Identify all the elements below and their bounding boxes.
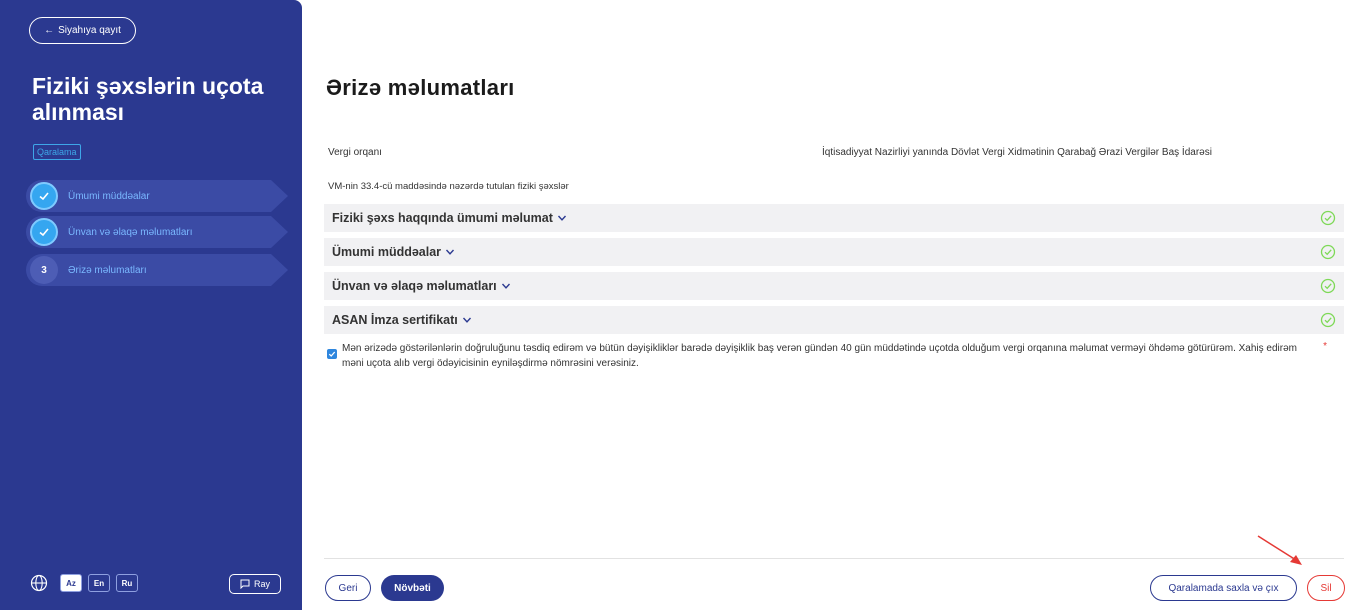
- page-title: Ərizə məlumatları: [326, 75, 515, 100]
- section-asan-signature[interactable]: ASAN İmza sertifikatı: [324, 306, 1344, 334]
- annotation-arrow-icon: [1257, 535, 1302, 565]
- check-icon: [30, 218, 58, 246]
- check-icon: [30, 182, 58, 210]
- sidebar: ← Siyahıya qayıt Fiziki şəxslərin uçota …: [0, 0, 302, 610]
- language-ru[interactable]: Ru: [116, 574, 138, 592]
- status-badge: Qaralama: [33, 144, 81, 160]
- tax-office-value: İqtisadiyyat Nazirliyi yanında Dövlət Ve…: [822, 147, 1212, 158]
- check-circle-icon: [1320, 210, 1336, 226]
- section-address-contact[interactable]: Ünvan və əlaqə məlumatları: [324, 272, 1344, 300]
- chevron-down-icon: [446, 249, 455, 255]
- section-title: Ümumi müddəalar: [332, 245, 442, 259]
- step-application-info[interactable]: 3 Ərizə məlumatları: [26, 254, 296, 286]
- chevron-down-icon: [462, 317, 471, 323]
- check-circle-icon: [1320, 244, 1336, 260]
- language-az[interactable]: Az: [60, 574, 82, 592]
- save-draft-exit-button[interactable]: Qaralamada saxla və çıx: [1150, 575, 1297, 601]
- required-mark: *: [1323, 341, 1327, 352]
- back-button[interactable]: Geri: [325, 575, 371, 601]
- consent-row: Mən ərizədə göstərilənlərin doğruluğunu …: [327, 341, 1337, 371]
- applicant-category: VM-nin 33.4-cü maddəsində nəzərdə tutula…: [328, 181, 569, 192]
- flag-icon: [240, 579, 250, 589]
- section-title: Fiziki şəxs haqqında ümumi məlumat: [332, 211, 553, 225]
- chevron-down-icon: [557, 215, 566, 221]
- feedback-button[interactable]: Ray: [229, 574, 281, 594]
- consent-text: Mən ərizədə göstərilənlərin doğruluğunu …: [342, 343, 1297, 369]
- step-number: 3: [30, 256, 58, 284]
- section-general-info[interactable]: Fiziki şəxs haqqında ümumi məlumat: [324, 204, 1344, 232]
- chevron-down-icon: [501, 283, 510, 289]
- tax-office-label: Vergi orqanı: [328, 147, 382, 158]
- step-label: Ümumi müddəalar: [68, 190, 150, 202]
- back-to-list-label: Siyahıya qayıt: [58, 25, 121, 36]
- globe-icon: [30, 574, 48, 592]
- next-button[interactable]: Növbəti: [381, 575, 444, 601]
- step-label: Ərizə məlumatları: [68, 264, 147, 276]
- step-address-contact[interactable]: Ünvan və əlaqə məlumatları: [26, 216, 296, 248]
- section-general-provisions[interactable]: Ümumi müddəalar: [324, 238, 1344, 266]
- check-circle-icon: [1320, 312, 1336, 328]
- step-general-provisions[interactable]: Ümumi müddəalar: [26, 180, 296, 212]
- section-title: ASAN İmza sertifikatı: [332, 313, 458, 327]
- delete-button[interactable]: Sil: [1307, 575, 1345, 601]
- arrow-left-icon: ←: [44, 25, 55, 36]
- consent-checkbox[interactable]: [327, 349, 337, 359]
- section-title: Ünvan və əlaqə məlumatları: [332, 279, 497, 293]
- sidebar-title: Fiziki şəxslərin uçota alınması: [32, 73, 264, 125]
- language-en[interactable]: En: [88, 574, 110, 592]
- language-switcher: Az En Ru: [30, 574, 138, 592]
- footer-divider: [324, 558, 1344, 559]
- check-circle-icon: [1320, 278, 1336, 294]
- step-label: Ünvan və əlaqə məlumatları: [68, 226, 193, 238]
- back-to-list-button[interactable]: ← Siyahıya qayıt: [29, 17, 136, 44]
- feedback-label: Ray: [253, 579, 270, 589]
